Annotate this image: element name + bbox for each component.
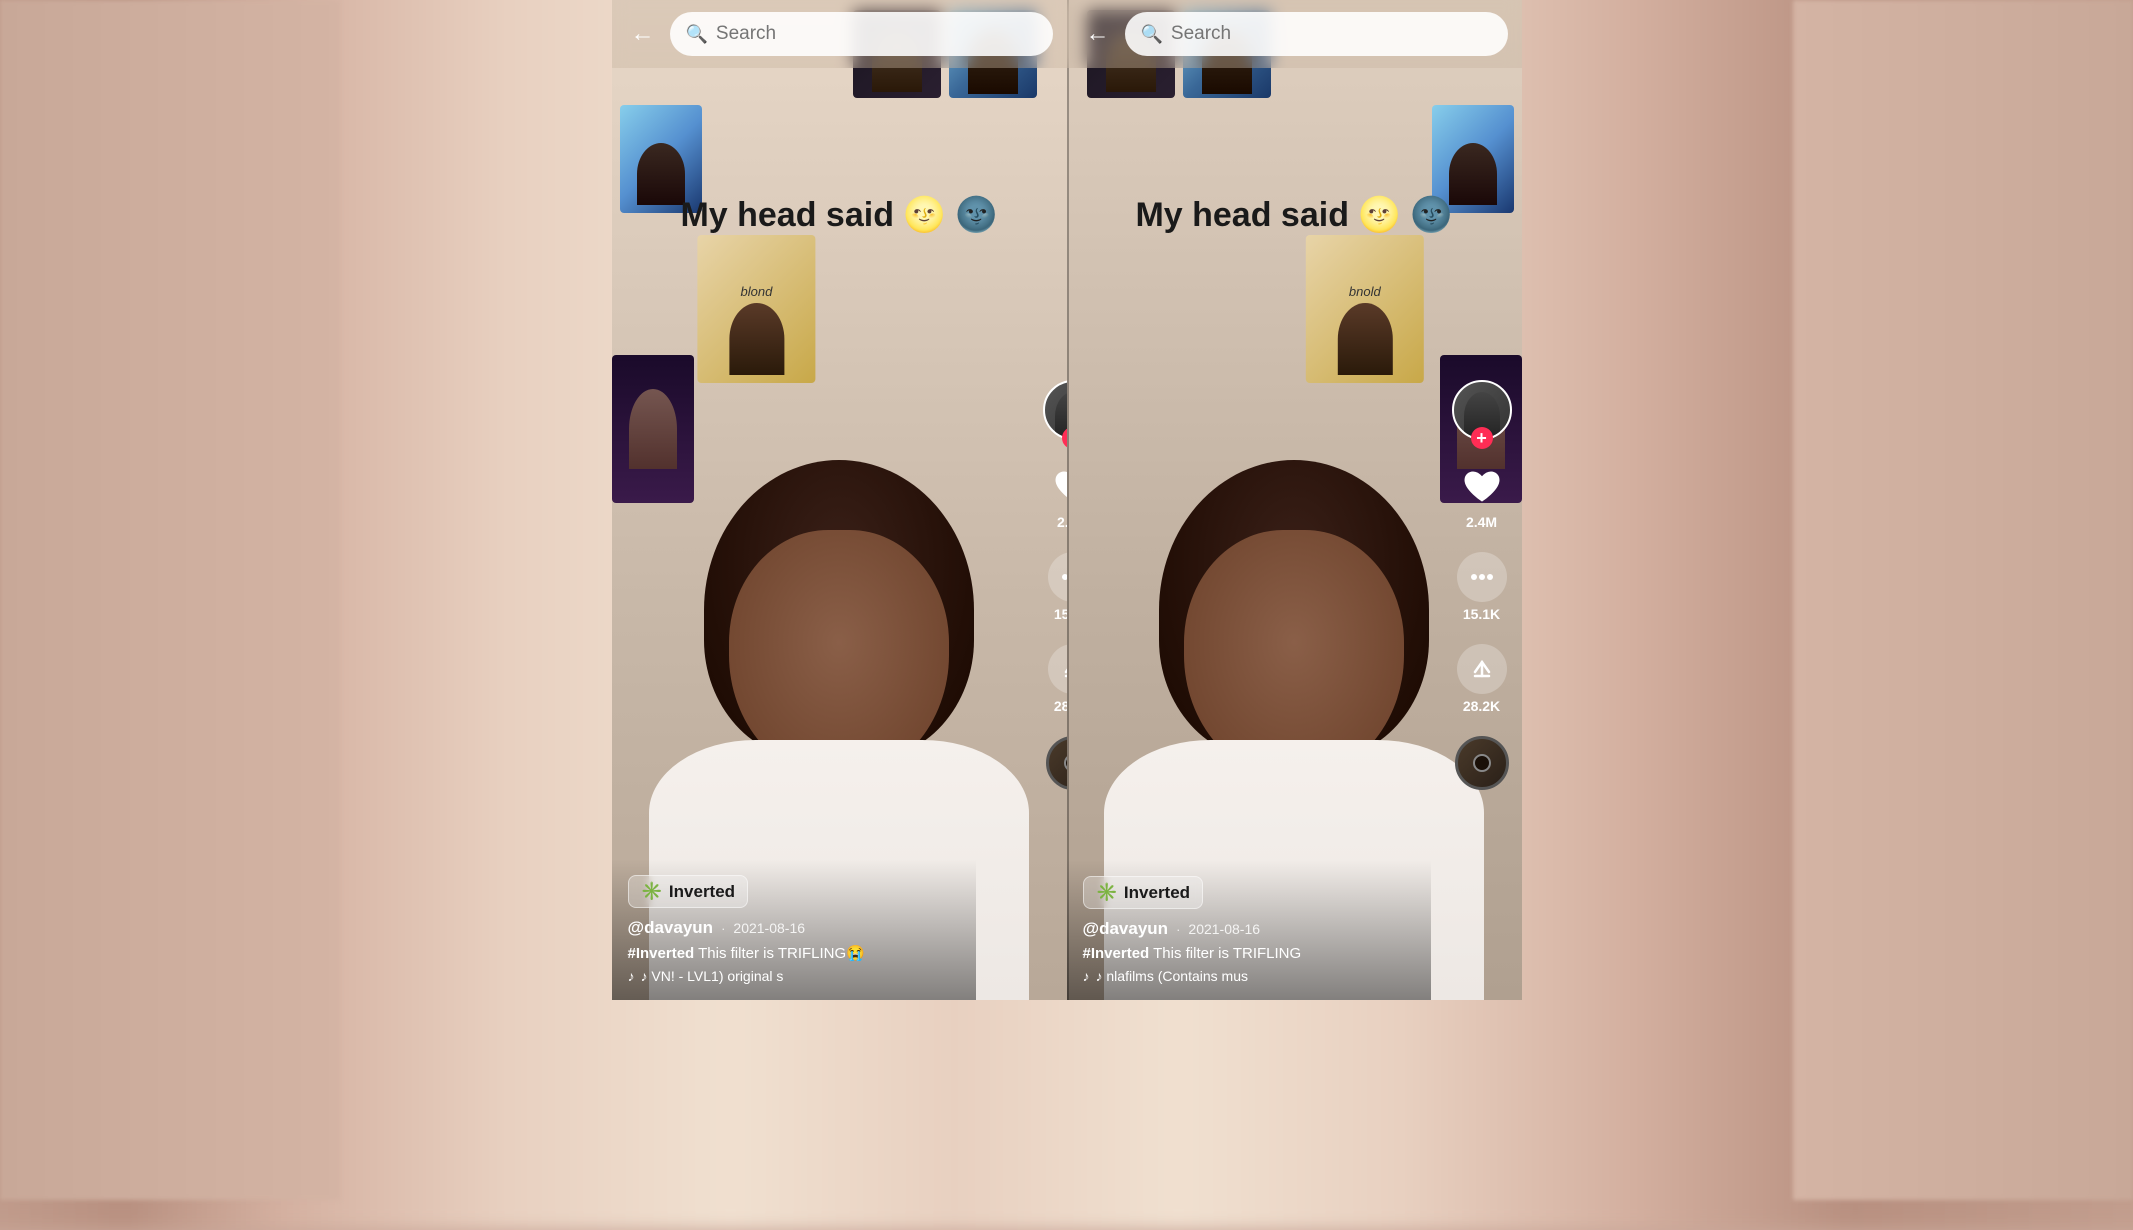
search-icon-left: 🔍 (686, 24, 708, 45)
username-line-left: @davayun · 2021-08-16 (628, 918, 960, 938)
music-disc-inner-left (1064, 754, 1067, 772)
share-button-right[interactable]: 28.2K (1457, 644, 1507, 714)
separator-right: · (1176, 922, 1180, 937)
head-said-text-right: My head said 🌝 🌚 (1135, 196, 1452, 234)
like-button-right[interactable]: 2.4M (1458, 462, 1506, 530)
panel-divider (1067, 0, 1069, 1000)
music-note-right: ♪ (1083, 968, 1090, 984)
share-icon-left[interactable] (1048, 644, 1067, 694)
hashtag-bold-left: #Inverted (628, 945, 695, 962)
share-icon-right[interactable] (1457, 644, 1507, 694)
inverted-badge-left: ✳️ Inverted (628, 875, 749, 908)
comment-button-right[interactable]: 15.1K (1457, 552, 1507, 622)
inverted-star-icon-left: ✳️ (641, 881, 663, 902)
music-disc-inner-right (1473, 754, 1491, 772)
video-overlay-text-left: My head said 🌝 🌚 (612, 195, 1067, 235)
hashtag-line-right: #Inverted This filter is TRIFLING (1083, 945, 1415, 962)
heart-icon-left[interactable] (1049, 462, 1067, 510)
like-count-left: 2.4M (1057, 514, 1067, 530)
dots-icon-right[interactable] (1457, 552, 1507, 602)
blond-text: blond (740, 284, 772, 299)
music-note-left: ♪ (628, 968, 635, 984)
music-text-left: ♪ VN! - LVL1) original s (641, 968, 784, 984)
share-count-right: 28.2K (1463, 698, 1500, 714)
share-button[interactable]: 28.2K (1048, 644, 1067, 714)
search-input-right[interactable] (1171, 23, 1492, 45)
hashtag-bold-right: #Inverted (1083, 945, 1150, 962)
back-button-left[interactable]: ← (626, 17, 660, 51)
inverted-badge-right: ✳️ Inverted (1083, 876, 1204, 909)
username-left: @davayun (628, 918, 714, 938)
music-disc-left[interactable] (1046, 736, 1067, 790)
right-video-panel: bnold My head said 🌝 🌚 + (1067, 0, 1522, 1000)
username-line-right: @davayun · 2021-08-16 (1083, 919, 1415, 939)
search-icon-right: 🔍 (1141, 24, 1163, 45)
date-right: 2021-08-16 (1188, 921, 1260, 937)
head-said-text-left: My head said 🌝 🌚 (680, 196, 997, 234)
back-button-right[interactable]: ← (1081, 17, 1115, 51)
search-input-container-right[interactable]: 🔍 (1125, 12, 1508, 56)
video-overlay-text-right: My head said 🌝 🌚 (1067, 195, 1522, 235)
comment-count-right: 15.1K (1463, 606, 1500, 622)
username-right: @davayun (1083, 919, 1169, 939)
heart-icon-right[interactable] (1458, 462, 1506, 510)
share-count-left: 28.2K (1054, 698, 1067, 714)
like-button[interactable]: 2.4M (1049, 462, 1067, 530)
search-input-left[interactable] (716, 23, 1037, 45)
inverted-badge-text-left: Inverted (669, 882, 735, 902)
search-input-container-left[interactable]: 🔍 (670, 12, 1053, 56)
blond-text-right: bnold (1349, 284, 1381, 299)
like-count-right: 2.4M (1466, 514, 1497, 530)
follow-plus-button-right[interactable]: + (1471, 427, 1493, 449)
action-bar-center: + 2.4M 15.1K (1043, 380, 1067, 790)
inverted-star-icon-right: ✳️ (1096, 882, 1118, 903)
bottom-info-right: ✳️ Inverted @davayun · 2021-08-16 #Inver… (1067, 860, 1431, 1000)
music-disc-right[interactable] (1455, 736, 1509, 790)
hashtag-text-right: This filter is TRIFLING (1153, 945, 1301, 962)
comment-button[interactable]: 15.1K (1048, 552, 1067, 622)
music-line-right: ♪ ♪ nlafilms (Contains mus (1083, 968, 1415, 984)
inverted-badge-text-right: Inverted (1124, 883, 1190, 903)
search-bar-right: ← 🔍 (1067, 0, 1522, 68)
date-left: 2021-08-16 (733, 920, 805, 936)
left-video-panel: blond My head said 🌝 🌚 (612, 0, 1067, 1000)
action-bar-right: + 2.4M 15.1K (1452, 380, 1512, 790)
separator-left: · (721, 921, 725, 936)
music-text-right: ♪ nlafilms (Contains mus (1096, 968, 1249, 984)
music-line-left: ♪ ♪ VN! - LVL1) original s (628, 968, 960, 984)
creator-avatar-right[interactable]: + (1452, 380, 1512, 440)
panels-container: blond My head said 🌝 🌚 (612, 0, 1522, 1000)
search-bar-left: ← 🔍 (612, 0, 1067, 68)
bottom-info-left: ✳️ Inverted @davayun · 2021-08-16 #Inver… (612, 859, 976, 1000)
dots-icon-left[interactable] (1048, 552, 1067, 602)
creator-avatar[interactable]: + (1043, 380, 1067, 440)
hashtag-text-left: This filter is TRIFLING😭 (698, 945, 865, 962)
comment-count-left: 15.1K (1054, 606, 1067, 622)
hashtag-line-left: #Inverted This filter is TRIFLING😭 (628, 944, 960, 962)
